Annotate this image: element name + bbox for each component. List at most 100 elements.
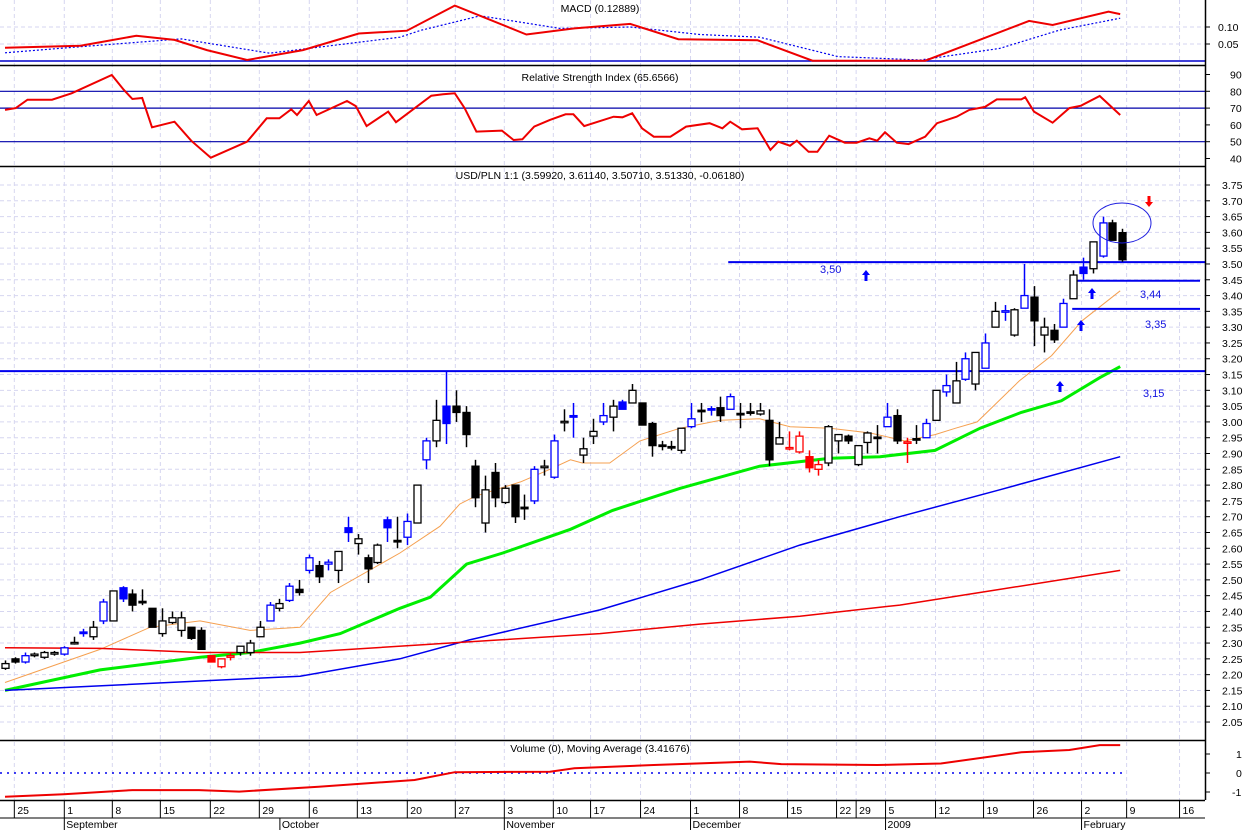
- price-tick-label: 2.05: [1222, 717, 1243, 729]
- date-tick-label: 19: [987, 805, 999, 817]
- rsi-tick-label: 70: [1230, 103, 1242, 115]
- volume-tick-label: 0: [1236, 768, 1242, 780]
- candle: [373, 543, 382, 565]
- candle-body: [99, 601, 108, 622]
- candle: [511, 484, 520, 524]
- candle: [814, 459, 823, 476]
- date-tick-label: 8: [115, 805, 121, 817]
- candle: [648, 421, 657, 457]
- candle: [667, 440, 676, 451]
- price-tick-label: 3.25: [1222, 338, 1243, 350]
- candle-body: [21, 655, 30, 663]
- candle: [266, 601, 275, 622]
- candle-body: [805, 456, 814, 469]
- candle: [50, 650, 59, 656]
- candle-body: [716, 407, 725, 417]
- candle-body: [79, 631, 88, 635]
- date-tick-label: 12: [939, 805, 951, 817]
- candle-body: [1089, 241, 1098, 270]
- candle: [21, 652, 30, 664]
- candle-body: [736, 412, 745, 416]
- candle-body: [158, 620, 167, 635]
- date-tick-label: 2: [1085, 805, 1091, 817]
- candle-body: [207, 655, 216, 663]
- candle-body: [658, 444, 667, 448]
- candle: [89, 620, 98, 640]
- candle: [746, 402, 755, 416]
- candle-body: [422, 440, 431, 461]
- candle: [628, 384, 637, 404]
- candle: [873, 425, 882, 454]
- level-label-335: 3,35: [1145, 319, 1166, 331]
- candle-body: [128, 593, 137, 606]
- date-tick-label: 20: [410, 805, 422, 817]
- candle: [1089, 241, 1098, 274]
- candle-body: [677, 427, 686, 452]
- candle: [687, 402, 696, 429]
- candle: [844, 434, 853, 445]
- candle-body: [217, 658, 226, 668]
- candle: [716, 396, 725, 422]
- candle-body: [609, 405, 618, 418]
- month-label: September: [66, 819, 118, 830]
- candle-body: [785, 446, 794, 450]
- candle-body: [726, 396, 735, 410]
- candle: [991, 301, 1000, 328]
- axes: 25 1 8 15 22 29 6 13 20 27 3 10 17 24 1 8 15 22 29 5 12 19 26 2…: [0, 22, 1243, 830]
- candle-body: [1108, 222, 1117, 241]
- candle-body: [1, 662, 10, 669]
- candle: [207, 655, 216, 663]
- candle-body: [315, 565, 324, 578]
- candle-body: [324, 561, 333, 565]
- arrow-up-icon: [1088, 288, 1096, 299]
- candle: [295, 579, 304, 596]
- candle: [756, 402, 765, 416]
- candle: [1108, 219, 1117, 241]
- candle-body: [834, 433, 843, 442]
- candle: [569, 402, 578, 438]
- candle: [824, 425, 833, 467]
- candle-body: [844, 435, 853, 442]
- candle-body: [30, 653, 39, 657]
- candle-body: [569, 414, 578, 418]
- price-tick-label: 2.70: [1222, 512, 1243, 524]
- candle-body: [854, 444, 863, 466]
- price-tick-label: 3.55: [1222, 243, 1243, 255]
- price-tick-label: 2.60: [1222, 543, 1243, 555]
- candle: [775, 421, 784, 445]
- candle: [971, 351, 980, 391]
- date-tick-label: 17: [594, 805, 606, 817]
- candle-body: [295, 588, 304, 594]
- candle-body: [707, 408, 716, 411]
- price-tick-label: 2.45: [1222, 591, 1243, 603]
- rsi-title: Relative Strength Index (65.6566): [521, 72, 678, 84]
- candle-body: [765, 419, 774, 461]
- date-tick-label: 1: [67, 805, 73, 817]
- candle-body: [70, 641, 79, 645]
- candle-body: [697, 409, 706, 413]
- candle-body: [873, 436, 882, 440]
- month-label: February: [1084, 819, 1127, 830]
- candle-body: [814, 463, 823, 470]
- level-label-315: 3,15: [1143, 388, 1164, 400]
- candle-body: [354, 538, 363, 545]
- candle: [579, 437, 588, 463]
- price-tick-label: 3.15: [1222, 370, 1243, 382]
- candle: [1010, 308, 1019, 337]
- month-label: December: [693, 819, 742, 830]
- candle-body: [1010, 309, 1019, 336]
- candle-body: [187, 626, 196, 639]
- candle: [324, 559, 333, 571]
- price-tick-label: 3.20: [1222, 354, 1243, 366]
- candle-body: [599, 414, 608, 423]
- candle: [432, 399, 441, 448]
- volume-tick-label: -1: [1232, 787, 1241, 799]
- price-tick-label: 2.10: [1222, 701, 1243, 713]
- candle-body: [285, 585, 294, 602]
- candle-body: [148, 607, 157, 628]
- price-tick-label: 2.65: [1222, 527, 1243, 539]
- candle: [354, 534, 363, 555]
- candle-body: [266, 604, 275, 622]
- candle: [148, 607, 157, 628]
- candle: [765, 409, 774, 467]
